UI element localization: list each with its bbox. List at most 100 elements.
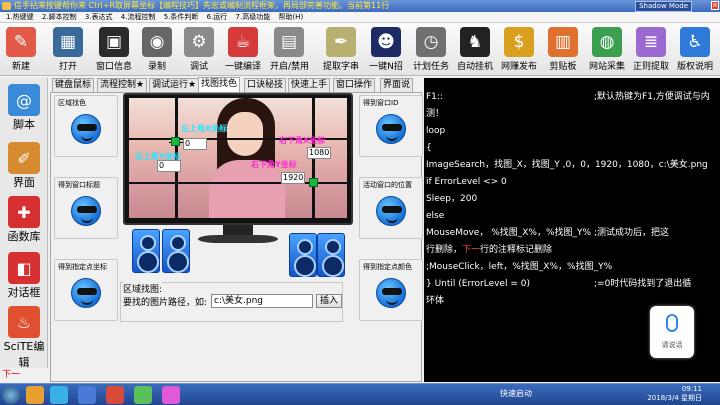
toolbar-button-15[interactable]: ♿ 版权说明 [676,25,714,75]
tab-7[interactable]: 界面说 [380,78,414,92]
group-active-window-pos[interactable]: 活动窗口的位置 [359,177,423,239]
menu-item-script-control[interactable]: 2.脚本控制 [42,13,77,21]
clock-date: 2018/3/4 星期日 [647,394,702,402]
helmet-icon: ☻ [371,27,401,57]
bottom-right-y-label: 右下角Y坐标 [251,160,297,169]
group-get-window-title[interactable]: 得到窗口标题 [54,177,118,239]
code-line: if ErrorLevel <> 0 [426,177,507,188]
toolbar-button-1[interactable]: ▦ 打开 [49,25,87,75]
toolbar-button-label: 打开 [58,62,77,72]
code-text: ;MouseClick，left，%找图_X%，%找图_Y% [426,262,613,272]
sidebar-item-2[interactable]: ✚ 函数库 [2,196,46,244]
insert-button[interactable]: 插入 [316,294,342,308]
smiley-icon[interactable] [376,278,406,308]
group-area-find-color[interactable]: 区域找色 [54,95,118,157]
smiley-icon[interactable] [71,278,101,308]
quick-launch-label: 快速启动 [500,389,532,398]
new-icon: ✎ [6,27,36,57]
toolbar-button-label: 自动挂机 [456,62,493,72]
toolbar-button-4[interactable]: ⚙ 调试 [180,25,218,75]
tab-strip: 键盘鼠标 流程控制★ 调试运行★ 找图找色 口诀秘技 快速上手 窗口操作 界面说 [50,77,422,92]
accessibility-icon: ♿ [680,27,710,57]
sidebar-item-label: SciTE编辑 [3,340,45,369]
group-get-point-color[interactable]: 得到指定点颜色 [359,259,423,321]
find-image-group: 区域找图: 要找的图片路径，如: c:\美女.png 插入 [120,282,343,322]
menu-item-hotkey[interactable]: 1.热键键 [6,13,34,21]
clock-icon: ◷ [416,27,446,57]
code-text: ImageSearch，找图_X，找图_Y ,0，0，1920，1080，c:\… [426,160,708,170]
menu-item-condition[interactable]: 5.条件判断 [164,13,199,21]
menu-item-flow-control[interactable]: 4.流程控制 [121,13,156,21]
browser-icon[interactable] [50,386,68,404]
image-path-input[interactable]: c:\美女.png [211,294,313,308]
toolbar-button-11[interactable]: $ 网赚发布 [500,25,538,75]
smiley-icon[interactable] [376,114,406,144]
top-left-y-value[interactable]: 0 [157,160,181,172]
voice-input-widget[interactable]: 请说话 [650,306,694,358]
tab-5[interactable]: 快速上手 [288,78,331,92]
menu-item-expression[interactable]: 3.表达式 [85,13,113,21]
window-title: 信手拈来按键帮你来 Ctrl+R取屏幕坐标【编程技巧】先宏或编制流程框架，再局部… [14,1,390,10]
menu-item-help[interactable]: 帮助(H) [278,13,303,21]
code-text: if ErrorLevel <> 0 [426,177,507,187]
app-icon[interactable] [106,386,124,404]
tab-0[interactable]: 键盘鼠标 [52,78,95,92]
toolbar-button-label: 提取字串 [322,62,359,72]
tab-2[interactable]: 调试运行★ [149,78,200,92]
app-icon[interactable] [134,386,152,404]
app-icon[interactable] [78,386,96,404]
folder-icon[interactable] [26,386,44,404]
toolbar-button-9[interactable]: ◷ 计划任务 [412,25,450,75]
top-left-x-value[interactable]: 0 [183,138,207,150]
webcam-icon: ◉ [142,27,172,57]
group-caption: 得到窗口ID [363,98,399,108]
menu-item-advanced[interactable]: 7.高级功能 [236,13,271,21]
toolbar-button-6[interactable]: ▤ 开启/禁用 [270,25,309,75]
code-line: F1:: ;默认热键为F1,方便调试与内 [426,92,710,103]
code-line: MouseMove， %找图_X%，%找图_Y% ;测试成功后，把这 [426,228,669,239]
toolbar-button-13[interactable]: ◍ 网站采集 [588,25,626,75]
shadow-mode-badge[interactable]: Shadow Mode [635,1,692,12]
toolbar-button-8[interactable]: ☻ 一键N招 [367,25,405,75]
regex-list-icon: ≣ [636,27,666,57]
menu-item-run[interactable]: 6.运行 [207,13,228,21]
tab-6[interactable]: 窗口操作 [333,78,376,92]
microphone-icon [666,314,678,332]
sidebar-item-3[interactable]: ◧ 对话框 [2,252,46,300]
toolbar-button-3[interactable]: ◉ 录制 [138,25,176,75]
sidebar-item-4[interactable]: ♨ SciTE编辑 [2,306,46,370]
sidebar-item-label: 界面 [13,176,35,189]
start-button[interactable] [2,386,20,404]
toolbar-button-label: 窗口信息 [95,62,132,72]
speaker-right-icon [317,233,345,277]
open-book-icon: ▦ [53,27,83,57]
toolbar-button-label: 一键N招 [369,62,403,72]
toolbar-button-12[interactable]: ▥ 剪贴板 [544,25,582,75]
sidebar-item-1[interactable]: ✐ 界面 [2,142,46,190]
sidebar-item-0[interactable]: @ 脚本 [2,84,46,132]
toggle-panel-icon: ▤ [274,27,304,57]
bottom-right-x-value[interactable]: 1920 [281,172,305,184]
toolbar-button-label: 新建 [11,62,30,72]
toolbar-button-10[interactable]: ♞ 自动挂机 [456,25,494,75]
app-icon [2,2,11,10]
monitor-screen: 左上角X坐标 左上角Y坐标 右下角X坐标 右下角Y坐标 0 0 1080 192… [129,98,347,218]
toolbar-button-7[interactable]: ✒ 提取字串 [322,25,360,75]
group-get-window-id[interactable]: 得到窗口ID [359,95,423,157]
smiley-icon[interactable] [71,114,101,144]
taskbar: 快速启动 09:11 2018/3/4 星期日 [0,383,720,405]
smiley-icon[interactable] [376,196,406,226]
toolbar-button-14[interactable]: ≣ 正则提取 [632,25,670,75]
toolbar-button-5[interactable]: ☕ 一键编译 [224,25,262,75]
close-icon[interactable]: × [711,1,719,10]
group-get-point-coords[interactable]: 得到指定点坐标 [54,259,118,321]
tab-3[interactable]: 找图找色 [198,77,241,92]
app-icon[interactable] [162,386,180,404]
smiley-icon[interactable] [71,196,101,226]
toolbar-button-2[interactable]: ▣ 窗口信息 [95,25,133,75]
tab-4[interactable]: 口诀秘技 [244,78,287,92]
tab-1[interactable]: 流程控制★ [97,78,148,92]
code-line: } Until (ErrorLevel = 0) ;=0时代码找到了退出循 [426,279,691,290]
toolbar-button-0[interactable]: ✎ 新建 [2,25,40,75]
bottom-right-y-value[interactable]: 1080 [307,147,331,159]
